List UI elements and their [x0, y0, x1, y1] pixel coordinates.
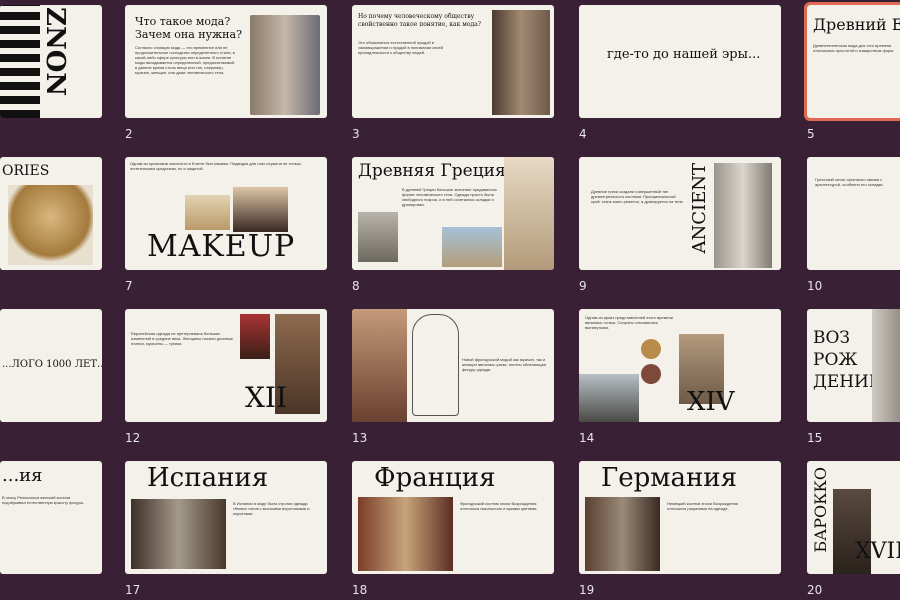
slide-8-number: 8 — [352, 279, 360, 293]
fashion-photo — [250, 15, 320, 115]
slide-2[interactable]: Что такое мода? Зачем она нужна? Согласн… — [125, 5, 327, 118]
slide-19-title: Германия — [601, 463, 738, 493]
slide-15-number: 15 — [807, 431, 823, 445]
slide-14-body: Одним из ярких представителей этого врем… — [585, 315, 674, 330]
slide-6[interactable]: ORIES — [0, 157, 102, 270]
slide-18-title: Франция — [374, 463, 496, 493]
slide-5[interactable]: Древний Египет Древнеегипетская мода для… — [804, 2, 900, 121]
slide-2-number: 2 — [125, 127, 133, 141]
wax-seal-1 — [641, 339, 661, 359]
slide-11[interactable]: ...ЛОГО 1000 ЛЕТ... — [0, 309, 102, 422]
greek-statue-photo — [358, 212, 398, 262]
slide-1[interactable]: ZNON — [0, 5, 102, 118]
slide-11-title: ...ЛОГО 1000 ЛЕТ... — [2, 359, 102, 370]
slide-16-title: ...ия — [2, 465, 43, 486]
ancient-text: ANCIENT — [689, 163, 710, 254]
zebra-graphic — [0, 5, 40, 118]
slide-9-number: 9 — [579, 279, 587, 293]
slide-4[interactable]: где-то до нашей эры... — [579, 5, 781, 118]
slide-12[interactable]: Европейская одежда не претерпевала больш… — [125, 309, 327, 422]
slide-9[interactable]: Древние греки создали совершенный тип др… — [579, 157, 781, 270]
slide-8[interactable]: Древняя Греция В древней Греции большое … — [352, 157, 554, 270]
mountain-photo — [579, 374, 639, 422]
slide-16[interactable]: ...ия В эпоху Ренессанса женский костюм … — [0, 461, 102, 574]
slide-2-body: Согласно словарю мода — это временное ил… — [135, 45, 235, 75]
slide-12-body: Европейская одежда не претерпевала больш… — [131, 331, 234, 346]
slide-8-body: В древней Греции большое значение придав… — [402, 187, 497, 207]
slide-10-number: 10 — [807, 279, 823, 293]
xii-text: XII — [245, 381, 288, 414]
baroque-text: БАРОККО — [811, 467, 830, 553]
slide-13-number: 13 — [352, 431, 368, 445]
slide-13[interactable]: Новой французской модой как мужчин, так … — [352, 309, 554, 422]
xviii-text: XVIII — [855, 539, 900, 564]
xiv-text: XIV — [687, 387, 735, 417]
slide-18[interactable]: Франция Французский костюм эпохи Возрожд… — [352, 461, 554, 574]
slide-19-number: 19 — [579, 583, 595, 597]
slide-8-title: Древняя Греция — [358, 161, 506, 181]
eyes-photo — [233, 187, 288, 232]
sculpture-photo — [872, 309, 900, 422]
slide-7[interactable]: Одним из признаков знатности в Египте бы… — [125, 157, 327, 270]
slide-20[interactable]: БАРОККО XVIII — [807, 461, 900, 574]
slide-10[interactable]: Греческий хитон органично связан с архит… — [807, 157, 900, 270]
slide-14[interactable]: Одним из ярких представителей этого врем… — [579, 309, 781, 422]
slide-15[interactable]: ВОЗ РОЖ ДЕНИЕ — [807, 309, 900, 422]
slide-18-number: 18 — [352, 583, 368, 597]
slide-7-body: Одним из признаков знатности в Египте бы… — [130, 161, 301, 171]
znon-text: ZNON — [40, 7, 70, 97]
acropolis-photo — [442, 227, 502, 267]
france-collage — [358, 497, 453, 571]
slide-16-body: В эпоху Ренессанса женский костюм подчёр… — [2, 495, 85, 505]
slide-3[interactable]: Но почему человеческому обществу свойств… — [352, 5, 554, 118]
egypt-collage — [8, 185, 93, 265]
germany-collage — [585, 497, 660, 571]
slide-3-number: 3 — [352, 127, 360, 141]
slide-6-title: ORIES — [2, 163, 50, 179]
slide-3-title: Но почему человеческому обществу свойств… — [358, 13, 482, 28]
dress-sketch — [412, 314, 459, 416]
slide-4-title: где-то до нашей эры... — [607, 47, 761, 62]
slide-3-body: Это объясняется естественной нуждой в са… — [358, 40, 444, 55]
slide-13-body: Новой французской модой как мужчин, так … — [462, 357, 546, 372]
slide-9-body: Древние греки создали совершенный тип др… — [591, 189, 684, 204]
slide-17-title: Испания — [147, 463, 269, 493]
slide-19[interactable]: Германия Немецкий костюм эпохи Возрожден… — [579, 461, 781, 574]
slide-10-body: Греческий хитон органично связан с архит… — [815, 177, 884, 187]
slide-17[interactable]: Испания В Испании в моде была строгая од… — [125, 461, 327, 574]
greek-dress-photo — [504, 157, 554, 270]
slide-5-title: Древний Египет — [813, 15, 900, 34]
slide-4-number: 4 — [579, 127, 587, 141]
statue-photo — [714, 163, 772, 268]
sketch-left — [352, 309, 407, 422]
people-photo — [492, 10, 550, 115]
slide-17-body: В Испании в моде была строгая одежда тём… — [233, 501, 310, 516]
medieval-portrait — [240, 314, 270, 359]
slide-12-number: 12 — [125, 431, 141, 445]
makeup-text: MAKEUP — [147, 229, 296, 264]
slide-14-number: 14 — [579, 431, 595, 445]
slide-5-body: Древнеегипетская мода для того времени о… — [813, 43, 895, 53]
slide-sorter-grid: ZNON Что такое мода? Зачем она нужна? Со… — [0, 0, 900, 600]
slide-19-body: Немецкий костюм эпохи Возрождения отлича… — [667, 501, 739, 511]
wax-seal-2 — [641, 364, 661, 384]
pyramids-photo — [185, 195, 230, 230]
slide-18-body: Французский костюм эпохи Возрождения отл… — [460, 501, 538, 511]
spain-collage — [131, 499, 226, 569]
slide-20-number: 20 — [807, 583, 823, 597]
slide-5-number: 5 — [807, 127, 815, 141]
slide-7-number: 7 — [125, 279, 133, 293]
slide-17-number: 17 — [125, 583, 141, 597]
